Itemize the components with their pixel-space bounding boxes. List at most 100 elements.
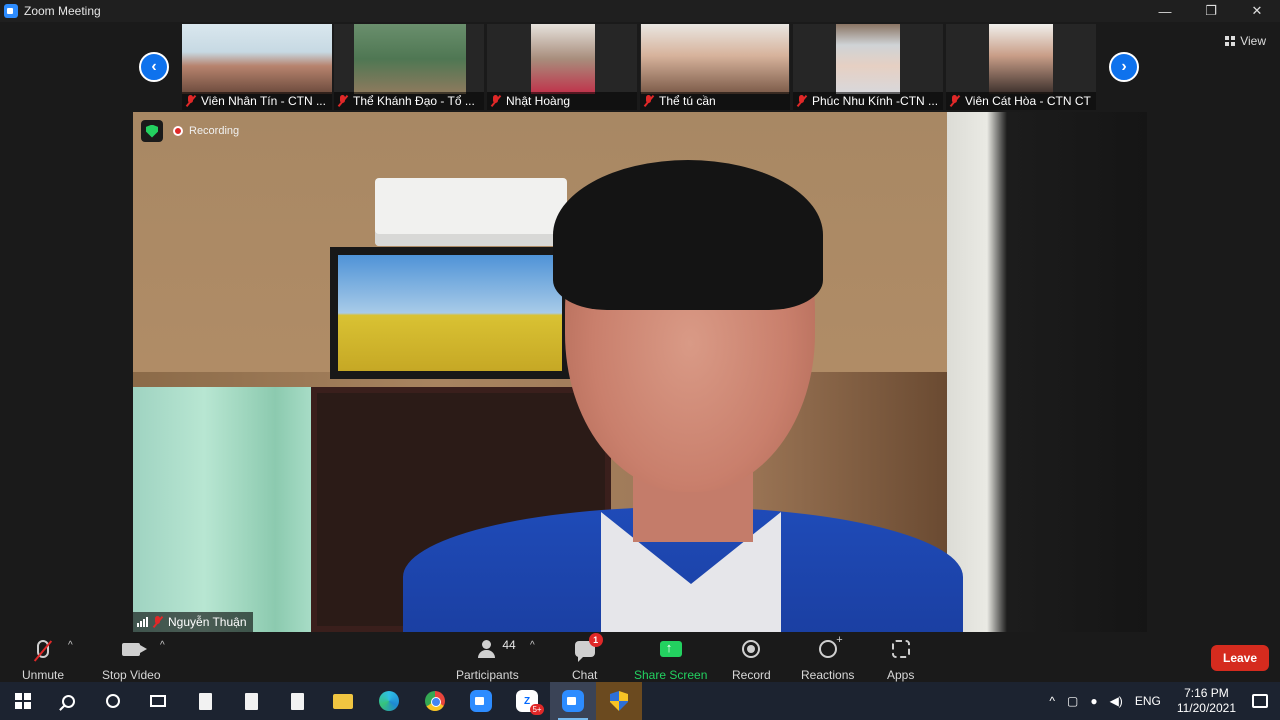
microphone-muted-icon [37, 640, 50, 658]
minimize-button[interactable]: — [1142, 0, 1188, 22]
unmute-button[interactable]: Unmute [22, 636, 64, 682]
participant-label: Viên Cát Hòa - CTN CT [946, 92, 1096, 110]
clock[interactable]: 7:16 PM 11/20/2021 [1177, 686, 1236, 716]
title-bar: Zoom Meeting — ❐ ✕ [0, 0, 1280, 22]
window-title: Zoom Meeting [24, 4, 101, 18]
search-button[interactable] [45, 682, 91, 720]
start-button[interactable] [0, 682, 46, 720]
restore-button[interactable]: ❐ [1188, 0, 1234, 22]
speaker-name-tag: Nguyễn Thuận [133, 612, 253, 632]
mic-muted-icon [491, 95, 501, 107]
participant-name: Thể Khánh Đạo - Tổ ... [353, 94, 475, 108]
record-button[interactable]: Record [732, 636, 771, 682]
mic-muted-icon [797, 95, 807, 107]
taskbar-app-document-2[interactable] [228, 682, 274, 720]
participant-tile[interactable]: Thể Khánh Đạo - Tổ ... [334, 24, 484, 110]
reactions-icon [818, 634, 843, 658]
video-tv-screen [338, 255, 562, 371]
recording-dot-icon [173, 126, 183, 136]
participant-tile[interactable]: Thể tú cần [640, 24, 790, 110]
audio-options-caret-icon[interactable]: ^ [68, 640, 73, 651]
mic-muted-icon [186, 95, 196, 107]
taskbar-app-chrome[interactable] [412, 682, 458, 720]
chat-button[interactable]: 1 Chat [572, 633, 603, 682]
stop-video-button[interactable]: Stop Video [102, 636, 161, 682]
taskbar-app-edge[interactable] [366, 682, 412, 720]
participant-tile[interactable]: Viên Nhân Tín - CTN ... [182, 24, 332, 110]
document-icon [198, 692, 212, 710]
taskbar-app-document-1[interactable] [182, 682, 228, 720]
taskbar-app-zalo[interactable]: Z 5+ [504, 682, 550, 720]
mic-muted-icon [153, 616, 163, 628]
view-button[interactable]: View [1225, 34, 1266, 48]
participants-button[interactable]: 44 Participants [456, 636, 519, 682]
window-controls: — ❐ ✕ [1142, 0, 1280, 22]
previous-page-button[interactable]: ‹ [139, 52, 169, 82]
task-view-button[interactable] [135, 682, 181, 720]
share-screen-button[interactable]: Share Screen [634, 636, 707, 682]
record-label: Record [732, 668, 771, 682]
taskbar-app-zoom-meeting[interactable] [550, 682, 596, 720]
participants-count: 44 [502, 638, 516, 652]
participants-options-caret-icon[interactable]: ^ [530, 640, 535, 651]
next-page-button[interactable]: › [1109, 52, 1139, 82]
participant-tile[interactable]: Phúc Nhu Kính -CTN ... [793, 24, 943, 110]
view-label: View [1240, 34, 1266, 48]
participant-label: Nhật Hoàng [487, 92, 637, 110]
video-tv [330, 247, 570, 379]
mic-muted-icon [338, 95, 348, 107]
participant-label: Phúc Nhu Kính -CTN ... [793, 92, 943, 110]
system-tray: ^ ▢ ● ◀) ENG 7:16 PM 11/20/2021 [1043, 682, 1280, 720]
taskbar-app-security[interactable] [596, 682, 642, 720]
cortana-icon [106, 694, 120, 708]
microphone-icon[interactable]: ● [1090, 694, 1097, 708]
taskbar-app-zoom[interactable] [458, 682, 504, 720]
clock-time: 7:16 PM [1184, 686, 1229, 700]
participant-video [836, 24, 900, 94]
participant-name: Viên Nhân Tín - CTN ... [201, 94, 326, 108]
chat-label: Chat [572, 668, 598, 682]
leave-button[interactable]: Leave [1211, 645, 1269, 671]
security-shield-icon [610, 691, 628, 711]
share-screen-label: Share Screen [634, 668, 708, 682]
edge-browser-icon [379, 691, 399, 711]
notification-center-icon[interactable] [1252, 694, 1268, 708]
reactions-label: Reactions [801, 668, 855, 682]
device-icon[interactable]: ▢ [1067, 694, 1078, 708]
taskbar-app-file-explorer[interactable] [320, 682, 366, 720]
apps-button[interactable]: Apps [887, 636, 914, 682]
video-curtain [133, 387, 311, 632]
search-icon [61, 694, 75, 708]
show-hidden-icons-button[interactable]: ^ [1049, 694, 1055, 708]
clock-date: 11/20/2021 [1176, 701, 1236, 715]
apps-icon [891, 640, 910, 658]
participant-tile[interactable]: Viên Cát Hòa - CTN CT [946, 24, 1096, 110]
reactions-button[interactable]: Reactions [801, 634, 855, 682]
grid-view-icon [1225, 36, 1236, 46]
participant-video [531, 24, 595, 94]
recording-indicator[interactable]: Recording [173, 122, 239, 140]
signal-strength-icon [137, 617, 149, 627]
language-indicator[interactable]: ENG [1135, 694, 1161, 708]
participant-name: Phúc Nhu Kính -CTN ... [812, 94, 939, 108]
cortana-button[interactable] [90, 682, 136, 720]
recording-label: Recording [189, 125, 240, 137]
participant-name: Viên Cát Hòa - CTN CT [965, 94, 1091, 108]
encryption-badge[interactable] [141, 120, 163, 142]
document-icon [290, 692, 304, 710]
taskbar-app-document-3[interactable] [274, 682, 320, 720]
participant-strip: ‹ Viên Nhân Tín - CTN ... Thể Khánh Đạo … [0, 22, 1280, 110]
video-options-caret-icon[interactable]: ^ [160, 640, 165, 651]
participant-tile[interactable]: Nhật Hoàng [487, 24, 637, 110]
volume-icon[interactable]: ◀) [1110, 694, 1123, 708]
close-button[interactable]: ✕ [1234, 0, 1280, 22]
document-icon [244, 692, 258, 710]
zoom-app-icon [4, 4, 18, 18]
participant-label: Thể tú cần [640, 92, 790, 110]
participant-name: Nhật Hoàng [506, 94, 571, 108]
mic-muted-icon [644, 95, 654, 107]
folder-icon [333, 693, 353, 709]
participants-label: Participants [456, 668, 519, 682]
participant-name: Thể tú cần [659, 94, 716, 108]
zoom-icon [470, 690, 492, 712]
